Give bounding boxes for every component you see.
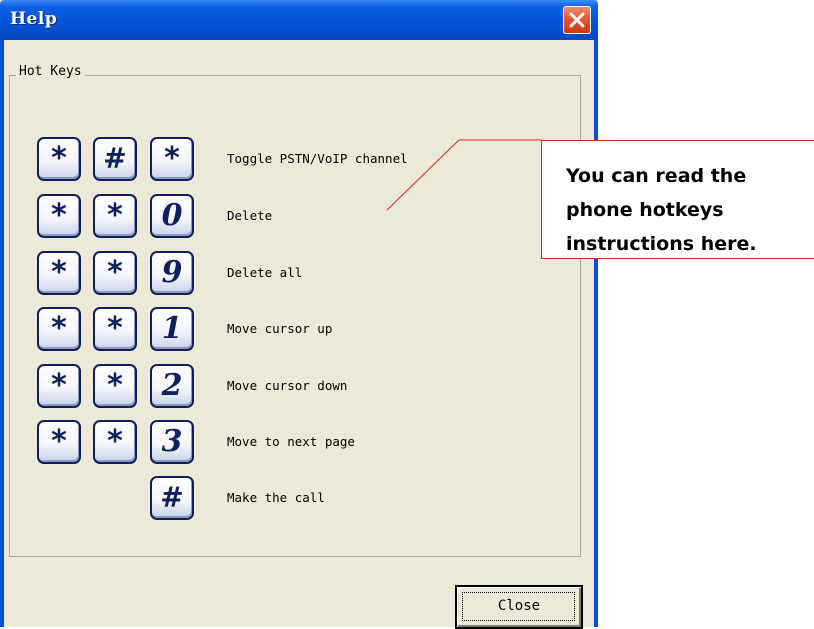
callout-pointer-line (386, 139, 541, 211)
callout-box: You can read the phone hotkeys instructi… (541, 140, 814, 259)
callout-line-3: instructions here. (566, 233, 757, 255)
callout-line-2: phone hotkeys (566, 199, 724, 221)
callout-line-1: You can read the (566, 165, 747, 187)
